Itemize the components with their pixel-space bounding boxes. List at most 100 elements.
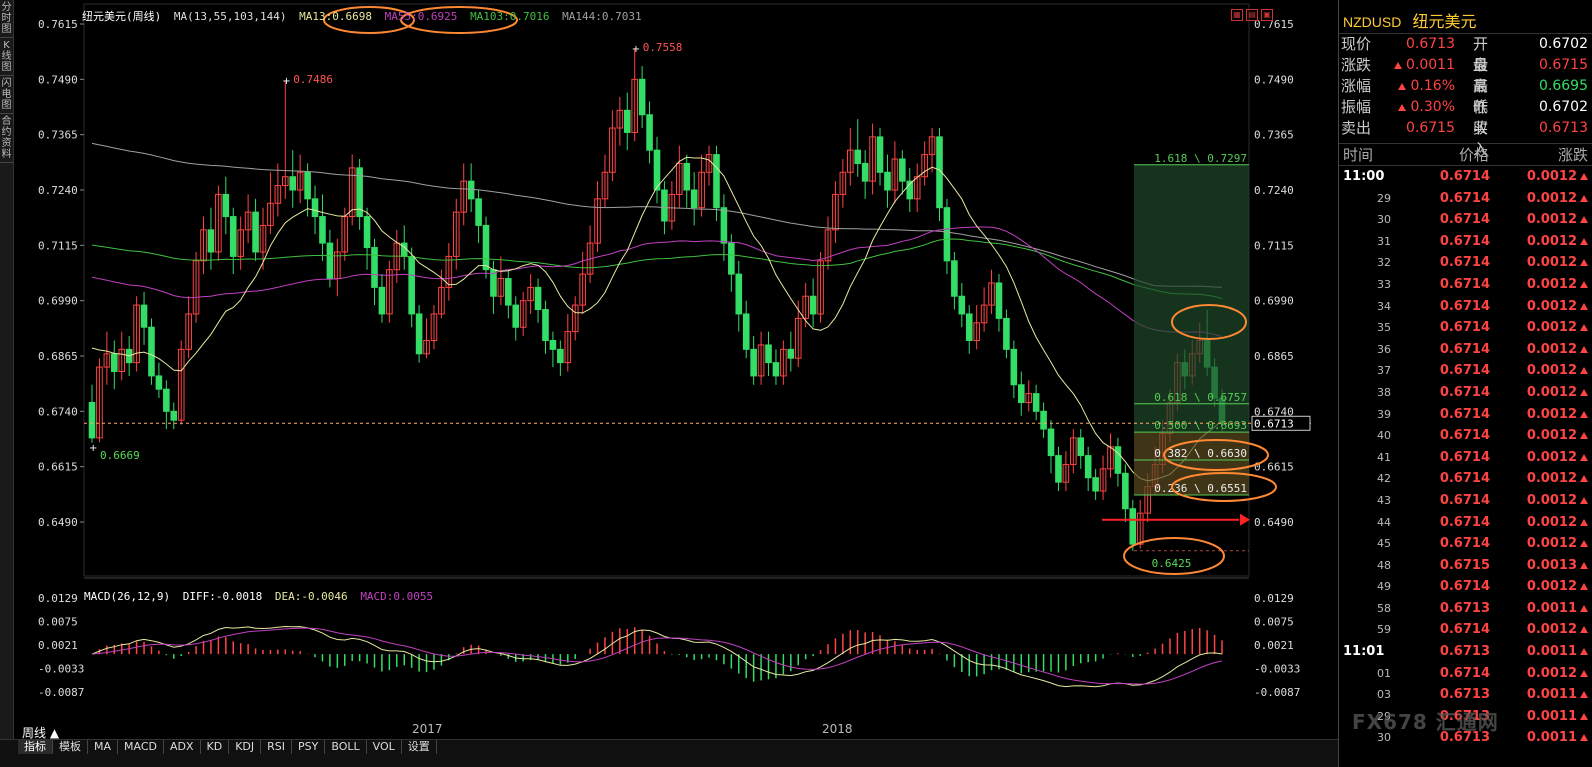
tick-row: 58 0.6713 0.0011	[1339, 598, 1592, 620]
tick-price: 0.6714	[1439, 406, 1490, 422]
candle-body	[661, 189, 668, 222]
tick-change: 0.0013	[1490, 555, 1592, 577]
candle-body	[623, 109, 631, 133]
indicator-tab[interactable]: KDJ	[229, 740, 262, 754]
tick-change: 0.0012	[1490, 188, 1592, 210]
macd-axis-label-left: -0.0087	[38, 686, 84, 699]
macd-legend: MACD(26,12,9) DIFF:-0.0018 DEA:-0.0046 M…	[84, 590, 439, 603]
candle-body	[787, 348, 795, 359]
up-arrow-icon	[1580, 561, 1588, 569]
quote-value: 0.0011	[1377, 55, 1461, 76]
window-icon[interactable]: ▣	[1261, 9, 1273, 21]
low-label-2: 0.6425	[1152, 557, 1192, 570]
tick-time: 32	[1377, 256, 1391, 270]
quote-value: 0.16%	[1377, 76, 1461, 97]
tick-change: 0.0011	[1490, 684, 1592, 706]
macd-axis-label-right: 0.0075	[1254, 616, 1294, 629]
tick-time: 34	[1377, 299, 1391, 313]
candle-body	[1040, 410, 1047, 430]
indicator-tab[interactable]: MA	[88, 740, 119, 754]
indicator-tab[interactable]: VOL	[367, 740, 402, 754]
candle-body	[1077, 437, 1085, 457]
tick-row: 49 0.6714 0.0012	[1339, 576, 1592, 598]
indicator-tab[interactable]: MACD	[118, 740, 164, 754]
tick-time: 01	[1377, 666, 1391, 680]
tick-price: 0.6714	[1439, 428, 1490, 444]
tick-change: 0.0012	[1490, 274, 1592, 296]
tick-row: 32 0.6714 0.0012	[1339, 252, 1592, 274]
tab-kline[interactable]: K线图	[0, 38, 13, 76]
tick-change: 0.0012	[1490, 512, 1592, 534]
candle-body	[742, 313, 750, 350]
tick-list[interactable]: 11:00 0.6714 0.0012 29 0.6714 0.0012 30 0.6714 0…	[1339, 166, 1592, 749]
grid-icon[interactable]: ▦	[1231, 9, 1243, 21]
tick-time: 33	[1377, 277, 1391, 291]
up-arrow-icon	[1398, 103, 1407, 111]
tick-change: 0.0012	[1490, 663, 1592, 685]
tick-time: 43	[1377, 493, 1391, 507]
candle-body	[884, 171, 891, 191]
tick-time: 30	[1377, 213, 1391, 227]
kline-chart-area[interactable]: 0.7615 0.7615 0.7490 0.7490 0.7365 0.7365 0.72…	[14, 0, 1338, 740]
indicator-tab[interactable]: 设置	[402, 740, 437, 754]
price-axis-label-right: 0.6490	[1254, 516, 1294, 529]
tick-change: 0.0011	[1490, 727, 1592, 749]
tick-change: 0.0012	[1490, 490, 1592, 512]
chart-toolbar: ▦ ▤ ▣	[1231, 9, 1273, 21]
tick-time: 36	[1377, 342, 1391, 356]
candle-body	[765, 344, 772, 364]
tick-row: 31 0.6714 0.0012	[1339, 231, 1592, 253]
candle-body	[326, 242, 334, 280]
candle-body	[995, 282, 1003, 319]
indicator-tab[interactable]: 指标	[18, 740, 53, 754]
quote-value: 0.6713	[1406, 36, 1455, 52]
quote-value: 0.6713	[1539, 120, 1588, 136]
tick-price: 0.6714	[1439, 341, 1490, 357]
up-arrow-icon	[1580, 648, 1588, 656]
indicator-tab[interactable]: 模板	[53, 740, 88, 754]
price-axis-label-left: 0.7115	[38, 239, 78, 252]
up-arrow-icon	[1580, 237, 1588, 245]
up-arrow-icon	[1580, 388, 1588, 396]
tick-price: 0.6714	[1439, 255, 1490, 271]
tick-time: 29	[1377, 191, 1391, 205]
tab-contract-info[interactable]: 合约资料	[0, 114, 13, 163]
tick-row: 43 0.6714 0.0012	[1339, 490, 1592, 512]
tick-change: 0.0012	[1490, 468, 1592, 490]
indicator-tab[interactable]: RSI	[261, 740, 293, 754]
ma103-line	[91, 238, 1223, 300]
candle-body	[772, 362, 780, 377]
tick-row: 38 0.6714 0.0012	[1339, 382, 1592, 404]
indicator-tab[interactable]: PSY	[292, 740, 326, 754]
tick-row: 41 0.6714 0.0012	[1339, 447, 1592, 469]
quote-value: 0.6695	[1539, 78, 1588, 94]
tick-change: 0.0012	[1490, 339, 1592, 361]
tick-time: 48	[1377, 558, 1391, 572]
price-axis-label-left: 0.6490	[38, 516, 78, 529]
chart-title: 纽元美元(周线)	[82, 10, 162, 23]
period-selector[interactable]: 周线 ▲	[22, 724, 59, 741]
candle-body	[482, 224, 490, 271]
tick-change: 0.0012	[1490, 533, 1592, 555]
candle-body	[415, 313, 423, 355]
plot-frame	[83, 3, 1250, 577]
indicator-tab[interactable]: KD	[201, 740, 230, 754]
tick-change: 0.0012	[1490, 576, 1592, 598]
candle-body	[400, 242, 408, 257]
candle-body	[155, 375, 163, 390]
tab-intraday[interactable]: 分时图	[0, 0, 13, 38]
indicator-tabs: 指标 模板 MA MACD ADX KD KDJ RSI PSY BOLL VOL 设置	[18, 740, 437, 754]
ma103-value: MA103:0.7016	[470, 10, 550, 23]
quote-label: 现价	[1341, 35, 1372, 53]
candle-body	[1055, 455, 1062, 483]
tick-header-time: 时间	[1343, 146, 1374, 164]
tick-price: 0.6714	[1439, 320, 1490, 336]
candle-body	[371, 247, 378, 288]
tab-flash[interactable]: 闪电图	[0, 76, 13, 114]
price-chart-svg[interactable]: 0.7615 0.76150.7490 0.74900.7365 0.73650.72…	[14, 0, 1338, 740]
indicator-tab[interactable]: BOLL	[325, 740, 367, 754]
low-marker-icon: +	[89, 443, 97, 454]
macd-axis-label-left: 0.0129	[38, 592, 78, 605]
chart-icon[interactable]: ▤	[1246, 9, 1258, 21]
indicator-tab[interactable]: ADX	[164, 740, 201, 754]
